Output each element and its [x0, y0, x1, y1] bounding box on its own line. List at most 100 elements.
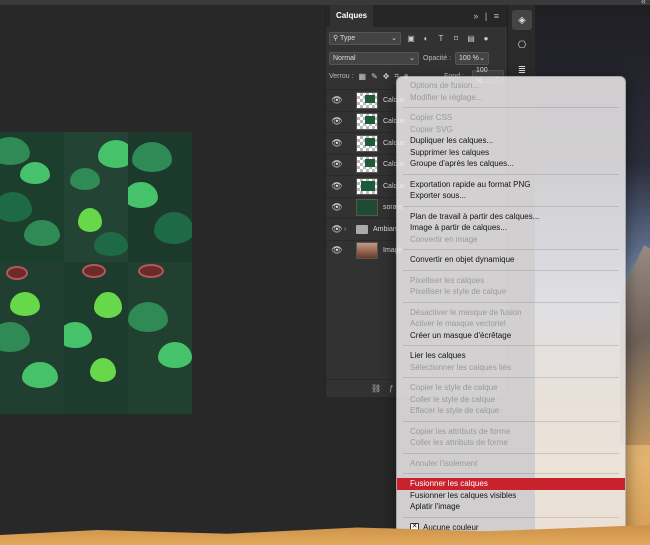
leaf: [0, 137, 30, 165]
menu-item[interactable]: Lier les calques: [397, 350, 625, 362]
lock-transparent-icon[interactable]: ▦: [359, 72, 367, 81]
menu-item: Copier SVG: [410, 124, 453, 134]
lily-pad: [138, 264, 164, 278]
eye-icon[interactable]: 👁︎: [330, 138, 344, 149]
menu-separator: [403, 301, 619, 303]
leaf: [0, 192, 32, 222]
menu-item[interactable]: Exporter sous...: [397, 190, 625, 202]
chevron-down-icon: ⌄: [391, 34, 397, 42]
lock-position-icon[interactable]: ✥: [383, 72, 390, 81]
chevron-down-icon: ⌄: [409, 54, 415, 62]
layer-thumbnail: [356, 113, 378, 131]
eye-icon[interactable]: 👁︎: [330, 202, 344, 213]
menu-item[interactable]: Image à partir de calques...: [397, 222, 625, 234]
image-tile: [64, 132, 128, 262]
menu-item[interactable]: Exportation rapide au format PNG: [397, 179, 625, 191]
menu-item: Copier les attributs de forme: [410, 426, 511, 436]
leaf: [10, 292, 40, 316]
chevron-down-icon: ⌄: [479, 54, 486, 62]
opacity-label: Opacité :: [423, 54, 452, 62]
opacity-field[interactable]: 100 % ⌄: [455, 51, 490, 65]
filter-type-select[interactable]: ⚲ Type ⌄: [329, 31, 401, 45]
menu-item[interactable]: Créer un masque d'écrêtage: [397, 330, 625, 342]
lily-pad: [82, 264, 106, 278]
filter-adjustment-icon[interactable]: ◐: [421, 34, 431, 43]
blend-mode-select[interactable]: Normal ⌄: [329, 51, 419, 65]
layer-thumbnail: [356, 91, 378, 109]
filter-type-value: Type: [339, 34, 356, 42]
lock-label: Verrou :: [329, 72, 354, 80]
filter-toggle-icon[interactable]: ●: [481, 34, 491, 43]
eye-icon[interactable]: 👁︎: [330, 181, 344, 192]
menu-separator: [403, 107, 619, 108]
eye-icon[interactable]: 👁︎: [330, 116, 344, 127]
eye-icon[interactable]: 👁︎: [330, 245, 344, 256]
menu-separator: [403, 377, 619, 378]
leaf: [158, 342, 192, 368]
collapse-panels-icon[interactable]: «: [641, 0, 646, 6]
leaf: [22, 362, 58, 388]
filter-pixel-icon[interactable]: ▣: [406, 34, 416, 43]
menu-item: Copier CSS: [410, 113, 453, 122]
menu-item[interactable]: Aplatir l'image: [397, 501, 625, 513]
search-icon: ⚲: [333, 34, 340, 42]
leaf: [154, 212, 192, 244]
filter-type-icon[interactable]: T: [436, 34, 446, 43]
fx-icon[interactable]: ƒ: [389, 384, 393, 393]
folder-icon: [356, 221, 368, 238]
menu-item[interactable]: Convertir en objet dynamique: [397, 254, 625, 266]
filter-smart-object-icon[interactable]: ▤: [466, 34, 476, 43]
lily-pad: [6, 266, 28, 280]
menu-separator: [403, 205, 619, 207]
lock-brush-icon[interactable]: ✎: [371, 72, 378, 81]
menu-item: Options de fusion...: [410, 81, 479, 90]
link-icon[interactable]: ⛓︎: [371, 384, 381, 393]
chevron-right-icon[interactable]: ›: [344, 226, 352, 233]
layer-thumbnail: [356, 134, 378, 152]
image-tile: [0, 262, 64, 414]
menu-item: Convertir en image: [410, 234, 478, 244]
leaf: [70, 168, 100, 190]
eye-icon[interactable]: 👁︎: [330, 159, 344, 170]
document-image[interactable]: [0, 132, 192, 414]
menu-separator: [403, 420, 619, 422]
layer-thumbnail: [356, 156, 378, 174]
opacity-value: 100 %: [459, 54, 479, 62]
leaf: [98, 140, 128, 168]
eye-icon[interactable]: 👁︎: [330, 224, 344, 235]
menu-item[interactable]: Supprimer les calques: [397, 147, 625, 159]
canvas-area[interactable]: [0, 5, 325, 530]
image-tile: [128, 132, 192, 262]
menu-item: Copier le style de calque: [410, 383, 498, 392]
menu-item[interactable]: Fusionner les calques: [397, 478, 625, 490]
leaf: [64, 322, 92, 348]
menu-item: Modifier le réglage...: [410, 92, 483, 102]
menu-separator: [403, 516, 619, 518]
menu-item: Activer le masque vectoriel: [410, 319, 506, 328]
menu-separator: [403, 269, 619, 271]
panel-tabbar: Calques » | ≡: [326, 5, 507, 27]
menu-separator: [403, 249, 619, 250]
menu-item[interactable]: Groupe d'après les calques...: [397, 158, 625, 170]
filter-shape-icon[interactable]: ⌑: [451, 34, 461, 43]
menu-item[interactable]: Dupliquer les calques...: [397, 135, 625, 147]
leaf: [128, 302, 168, 332]
layer-thumbnail: [356, 242, 378, 260]
layer-filter-row: ⚲ Type ⌄ ▣ ◐ T ⌑ ▤ ●: [326, 27, 507, 49]
tab-layers[interactable]: Calques: [330, 5, 374, 27]
menu-item: Coller le style de calque: [410, 394, 495, 404]
leaf: [132, 142, 172, 172]
blend-mode-value: Normal: [333, 54, 356, 62]
menu-item: Sélectionner les calques liés: [410, 362, 511, 372]
leaf: [94, 292, 122, 318]
layers-icon[interactable]: ◈: [512, 10, 532, 30]
menu-item[interactable]: Plan de travail à partir des calques...: [397, 211, 625, 223]
eye-icon[interactable]: 👁︎: [330, 95, 344, 106]
menu-item: Désactiver le masque de fusion: [410, 307, 522, 317]
menu-separator: [403, 473, 619, 474]
menu-item: Annuler l'isolement: [410, 458, 478, 468]
menu-item[interactable]: Fusionner les calques visibles: [397, 490, 625, 502]
channels-icon[interactable]: ⎔: [512, 35, 532, 55]
panel-menu-icon[interactable]: » | ≡: [473, 11, 507, 21]
leaf: [94, 232, 128, 256]
